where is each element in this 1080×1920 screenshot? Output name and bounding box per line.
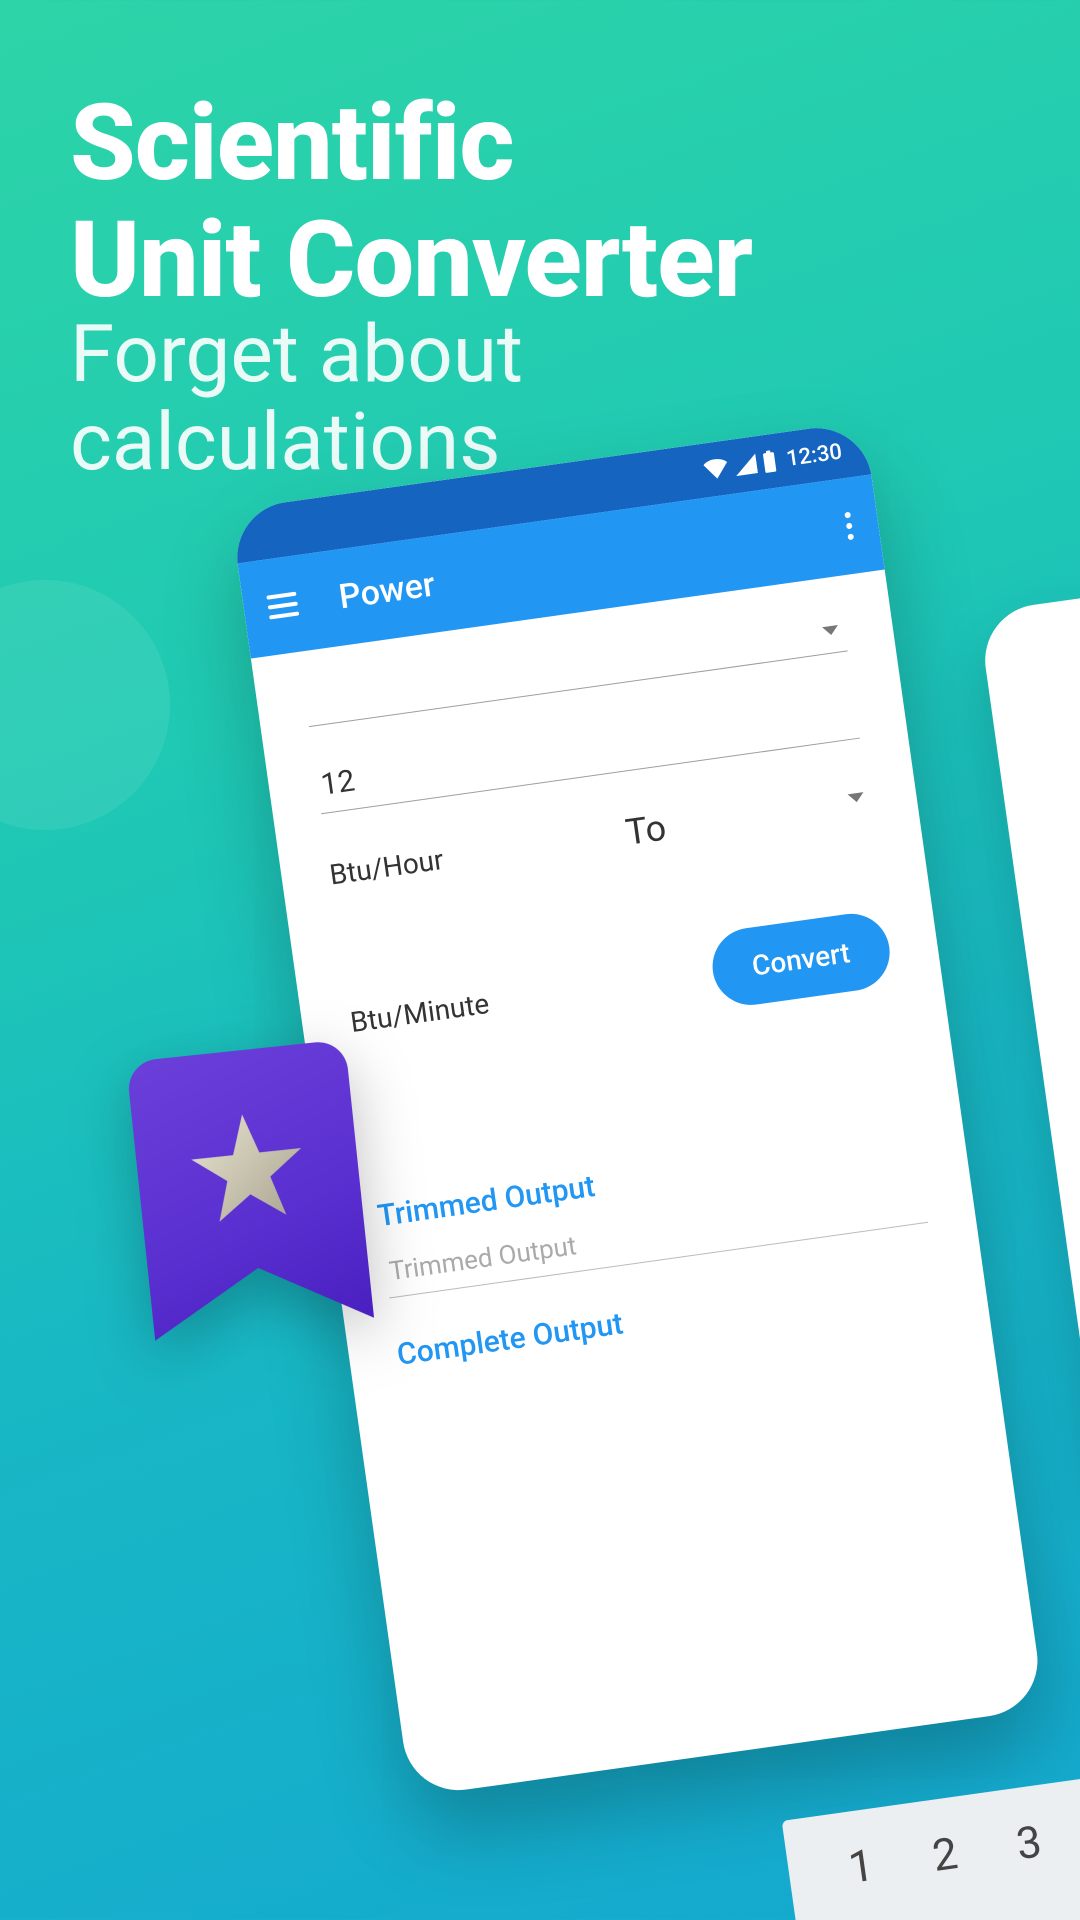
key-1[interactable]: 1 (845, 1839, 877, 1894)
more-icon[interactable] (844, 512, 854, 541)
value-input-text: 12 (319, 763, 357, 802)
to-unit-label: Btu/Minute (348, 987, 491, 1039)
promo-title-line2: Unit Converter (70, 202, 752, 319)
page-title: Power (336, 564, 437, 617)
signal-icon (734, 453, 759, 476)
wifi-icon (702, 457, 731, 480)
key-3[interactable]: 3 (1013, 1815, 1045, 1870)
menu-icon[interactable] (266, 592, 299, 620)
star-icon (182, 1102, 314, 1234)
key-2[interactable]: 2 (929, 1827, 961, 1882)
numeric-keypad[interactable]: 1 2 3 (782, 1776, 1080, 1920)
to-label: To (623, 807, 669, 854)
background-circle (0, 580, 170, 830)
trimmed-output-placeholder: Trimmed Output (388, 1231, 579, 1287)
promo-subtitle-line1: Forget about (70, 310, 523, 398)
convert-button[interactable]: Convert (707, 909, 894, 1010)
status-icons (702, 450, 778, 482)
promo-title: Scientific Unit Converter (70, 85, 752, 318)
battery-icon (761, 450, 778, 474)
status-time: 12:30 (785, 439, 844, 472)
promo-title-line1: Scientific (70, 85, 752, 202)
promo-subtitle: Forget about calculations (70, 310, 523, 486)
chevron-down-icon[interactable] (848, 792, 865, 803)
bookmark-badge (126, 1039, 374, 1340)
promo-subtitle-line2: calculations (70, 398, 523, 486)
chevron-down-icon (822, 625, 839, 636)
from-unit-label: Btu/Hour (327, 842, 445, 891)
